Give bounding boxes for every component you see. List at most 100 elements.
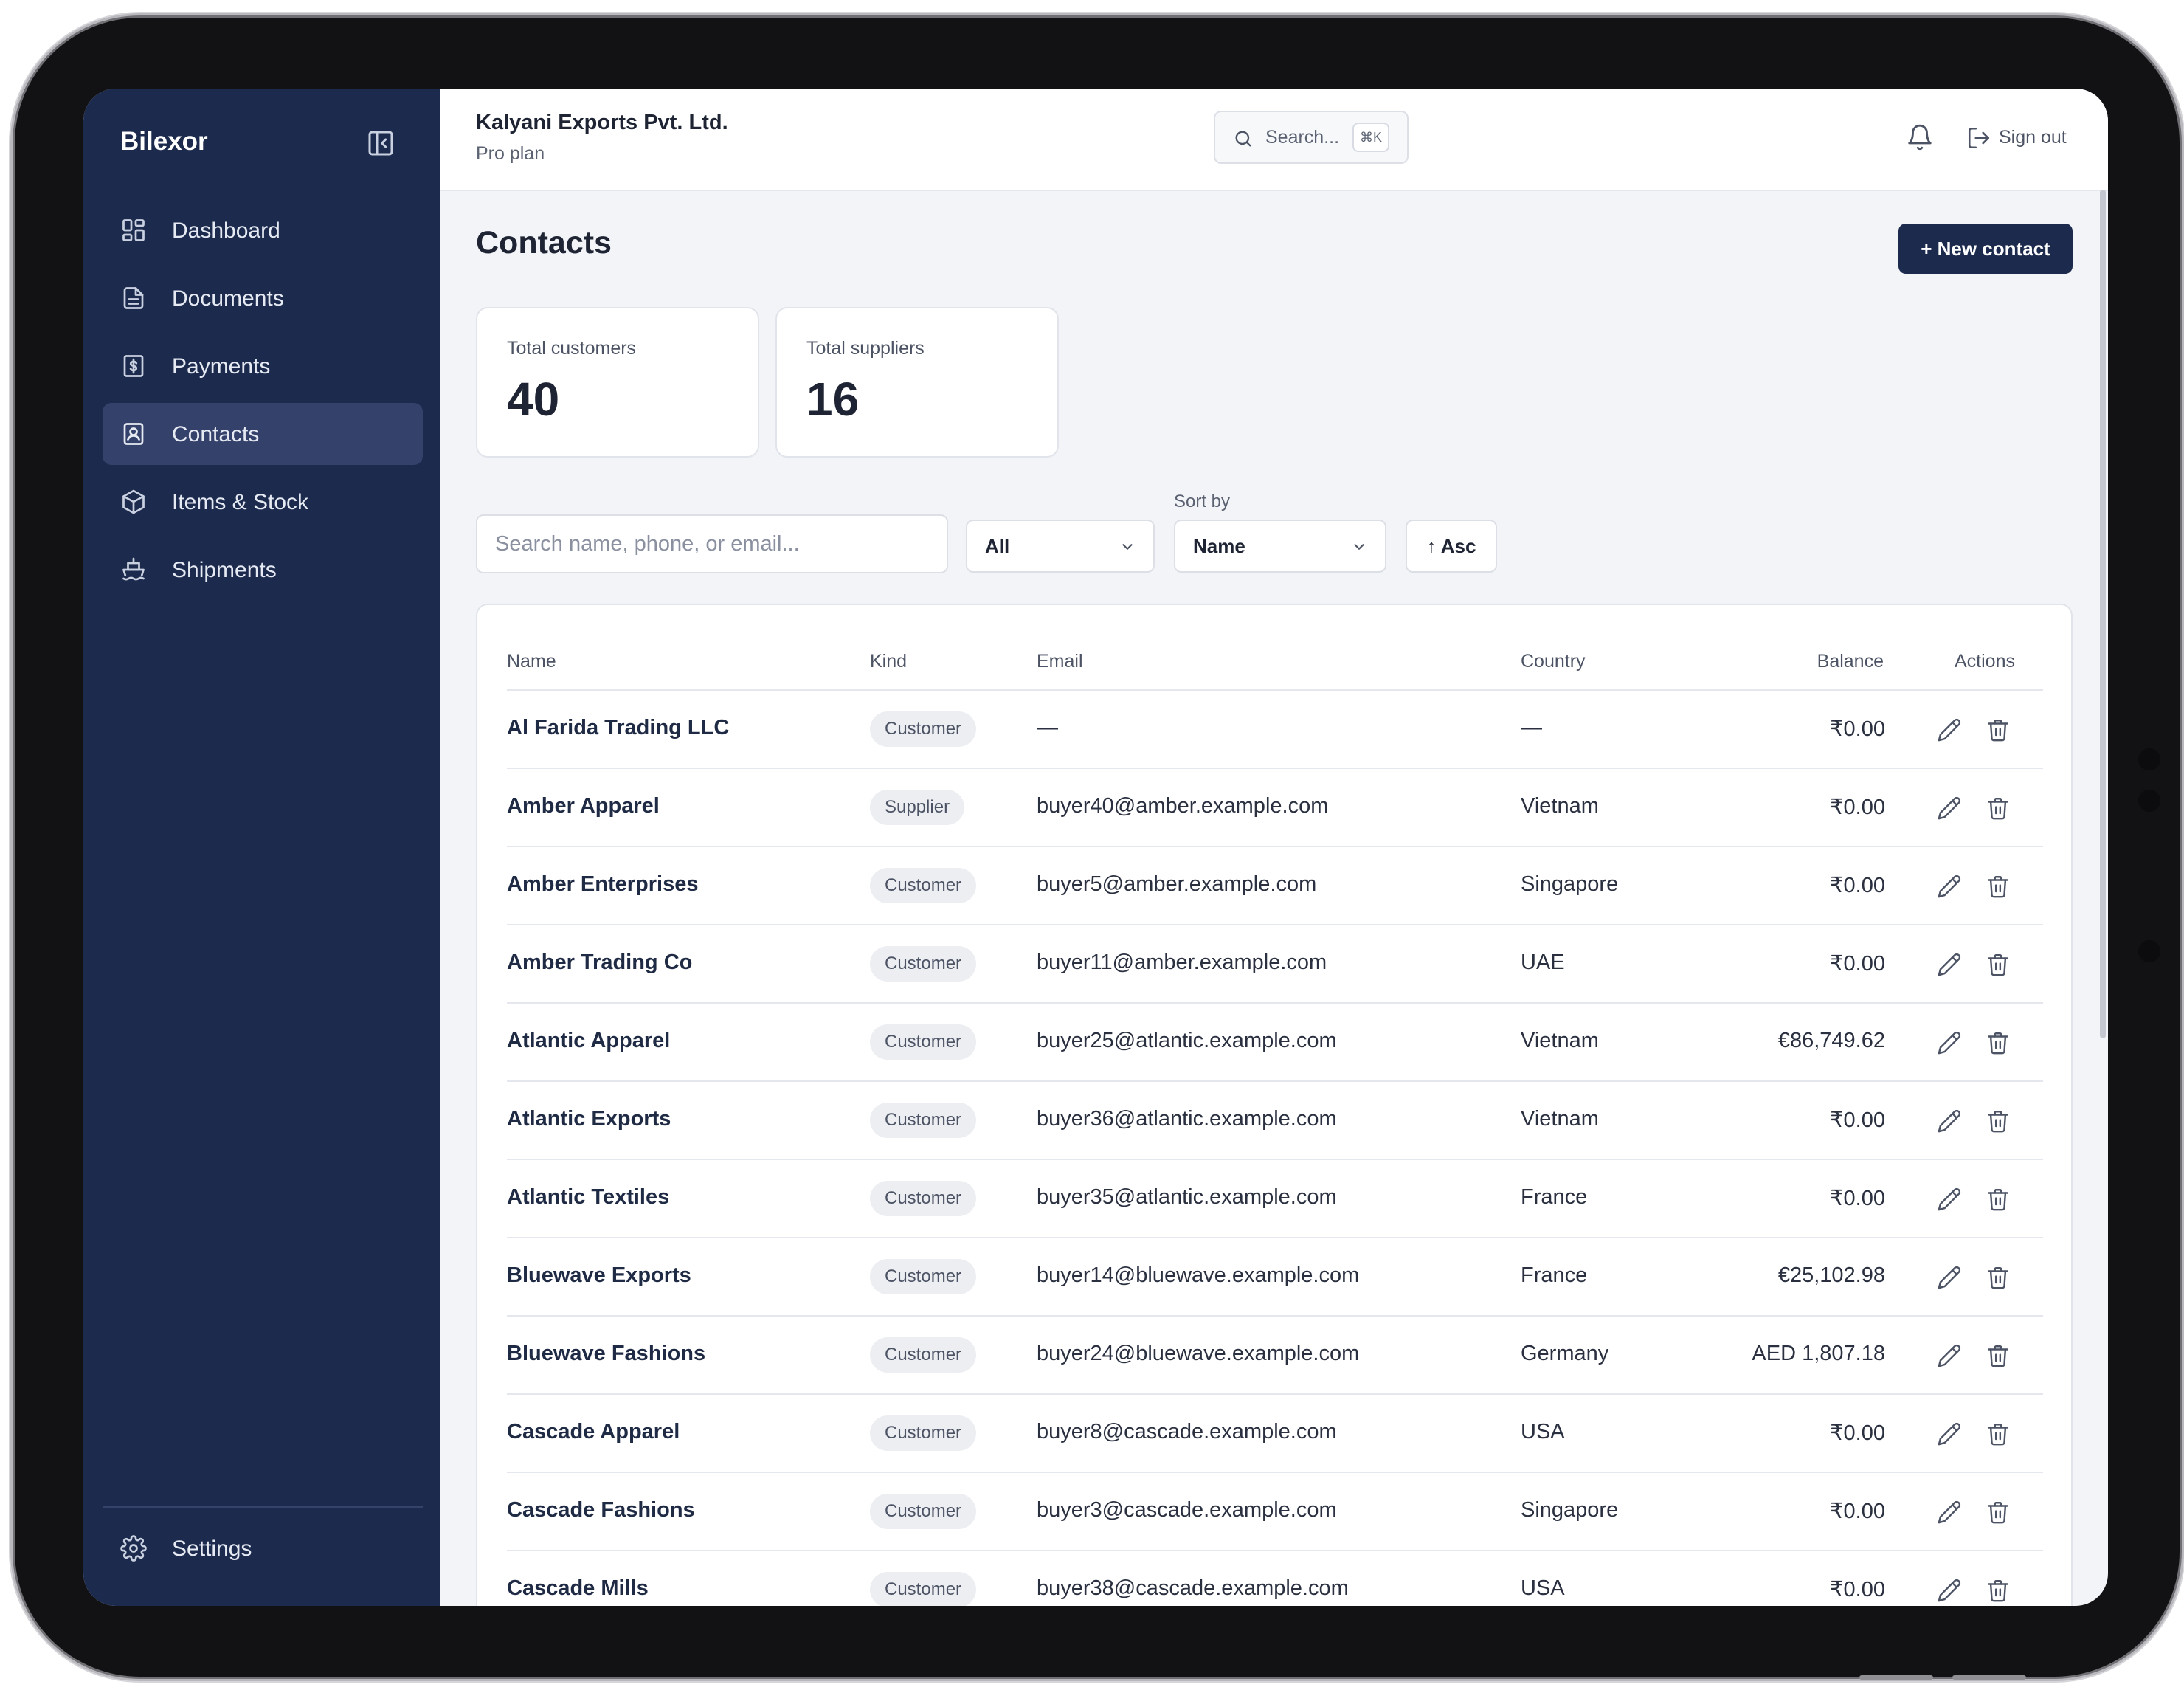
trash-icon[interactable] — [1986, 1108, 2011, 1134]
table-row[interactable]: Cascade Apparel Customer buyer8@cascade.ex… — [507, 1395, 2043, 1473]
kind-badge: Supplier — [870, 790, 965, 825]
contact-name[interactable]: Al Farida Trading LLC — [507, 716, 729, 740]
contact-email: buyer25@atlantic.example.com — [1037, 1029, 1337, 1052]
edit-icon[interactable] — [1937, 1500, 1962, 1525]
edit-icon[interactable] — [1937, 717, 1962, 742]
organization-name: Kalyani Exports Pvt. Ltd. — [476, 111, 728, 134]
edit-icon[interactable] — [1937, 952, 1962, 977]
sidebar-item-documents[interactable]: Documents — [103, 267, 423, 329]
edit-icon[interactable] — [1937, 1187, 1962, 1212]
column-header-country[interactable]: Country — [1521, 651, 1586, 672]
kind-badge: Customer — [870, 1572, 977, 1606]
table-row[interactable]: Amber Trading Co Customer buyer11@amber.ex… — [507, 925, 2043, 1004]
edit-icon[interactable] — [1937, 1578, 1962, 1603]
contact-name[interactable]: Bluewave Fashions — [507, 1342, 705, 1366]
stat-value: 40 — [507, 373, 560, 426]
trash-icon[interactable] — [1986, 874, 2011, 899]
table-row[interactable]: Cascade Mills Customer buyer38@cascade.exa… — [507, 1551, 2043, 1606]
kind-badge: Customer — [870, 946, 977, 982]
sidebar-item-payments[interactable]: Payments — [103, 335, 423, 397]
sidebar-item-label: Contacts — [172, 422, 260, 446]
column-header-email[interactable]: Email — [1037, 651, 1083, 672]
column-header-name[interactable]: Name — [507, 651, 556, 672]
document-icon — [120, 285, 147, 311]
trash-icon[interactable] — [1986, 1265, 2011, 1290]
contact-name[interactable]: Bluewave Exports — [507, 1263, 691, 1288]
contact-name[interactable]: Atlantic Exports — [507, 1107, 671, 1131]
edit-icon[interactable] — [1937, 796, 1962, 821]
contact-email: buyer3@cascade.example.com — [1037, 1498, 1337, 1522]
dashboard-icon — [120, 217, 147, 244]
kind-badge: Customer — [870, 868, 977, 903]
edit-icon[interactable] — [1937, 1108, 1962, 1134]
camera-dot — [2138, 790, 2160, 812]
sidebar-item-contacts[interactable]: Contacts — [103, 403, 423, 465]
table-row[interactable]: Amber Apparel Supplier buyer40@amber.examp… — [507, 769, 2043, 847]
trash-icon[interactable] — [1986, 717, 2011, 742]
table-row[interactable]: Al Farida Trading LLC Customer — — ₹0.00 — [507, 691, 2043, 769]
kind-badge: Customer — [870, 1337, 977, 1373]
trash-icon[interactable] — [1986, 1343, 2011, 1368]
ship-icon — [120, 556, 147, 583]
contact-balance: €25,102.98 — [1777, 1263, 1885, 1287]
vertical-scrollbar[interactable] — [2100, 190, 2106, 1038]
new-contact-button[interactable]: + New contact — [1898, 224, 2073, 274]
bell-icon[interactable] — [1906, 123, 1934, 152]
chevron-down-icon — [1119, 539, 1136, 555]
trash-icon[interactable] — [1986, 1421, 2011, 1446]
contact-balance: ₹0.00 — [1830, 1108, 1885, 1132]
sort-by-select[interactable]: Name — [1174, 520, 1386, 573]
global-search[interactable]: Search... ⌘K — [1214, 111, 1409, 164]
kind-badge: Customer — [870, 1494, 977, 1529]
sort-order-button[interactable]: ↑ Asc — [1406, 520, 1497, 573]
contact-email: buyer36@atlantic.example.com — [1037, 1107, 1337, 1131]
contact-balance: ₹0.00 — [1830, 874, 1885, 897]
trash-icon[interactable] — [1986, 796, 2011, 821]
edit-icon[interactable] — [1937, 1265, 1962, 1290]
camera-dot — [2138, 940, 2160, 962]
edit-icon[interactable] — [1937, 1030, 1962, 1055]
table-row[interactable]: Amber Enterprises Customer buyer5@amber.ex… — [507, 847, 2043, 925]
edit-icon[interactable] — [1937, 1421, 1962, 1446]
sidebar: Bilexor Dashboard Documents Payments Con… — [83, 89, 440, 1606]
contact-name[interactable]: Cascade Mills — [507, 1576, 649, 1601]
trash-icon[interactable] — [1986, 1187, 2011, 1212]
contact-name[interactable]: Cascade Fashions — [507, 1498, 695, 1522]
contact-name[interactable]: Amber Enterprises — [507, 872, 699, 897]
table-row[interactable]: Atlantic Apparel Customer buyer25@atlantic… — [507, 1004, 2043, 1082]
sidebar-item-shipments[interactable]: Shipments — [103, 539, 423, 601]
contact-email: buyer35@atlantic.example.com — [1037, 1185, 1337, 1209]
trash-icon[interactable] — [1986, 1030, 2011, 1055]
trash-icon[interactable] — [1986, 1578, 2011, 1603]
kind-filter-select[interactable]: All — [966, 520, 1155, 573]
sidebar-item-label: Dashboard — [172, 218, 280, 243]
trash-icon[interactable] — [1986, 952, 2011, 977]
contact-balance: ₹0.00 — [1830, 717, 1885, 741]
trash-icon[interactable] — [1986, 1500, 2011, 1525]
sidebar-item-label: Payments — [172, 354, 271, 379]
contact-name[interactable]: Atlantic Apparel — [507, 1029, 670, 1053]
sidebar-item-dashboard[interactable]: Dashboard — [103, 199, 423, 261]
table-row[interactable]: Atlantic Exports Customer buyer36@atlantic… — [507, 1082, 2043, 1160]
contact-name[interactable]: Amber Trading Co — [507, 951, 692, 975]
sidebar-item-settings[interactable]: Settings — [103, 1517, 423, 1579]
column-header-kind[interactable]: Kind — [870, 651, 907, 672]
sign-out-button[interactable]: Sign out — [1966, 123, 2074, 152]
search-placeholder: Search name, phone, or email... — [495, 532, 800, 556]
contact-name[interactable]: Atlantic Textiles — [507, 1185, 669, 1210]
table-row[interactable]: Atlantic Textiles Customer buyer35@atlanti… — [507, 1160, 2043, 1238]
column-header-balance[interactable]: Balance — [1817, 651, 1884, 672]
contacts-icon — [120, 421, 147, 447]
contact-country: USA — [1521, 1576, 1565, 1600]
contact-name[interactable]: Cascade Apparel — [507, 1420, 680, 1444]
contact-name[interactable]: Amber Apparel — [507, 794, 660, 818]
table-row[interactable]: Cascade Fashions Customer buyer3@cascade.e… — [507, 1473, 2043, 1551]
table-row[interactable]: Bluewave Exports Customer buyer14@bluewave… — [507, 1238, 2043, 1317]
collapse-sidebar-icon[interactable] — [366, 128, 395, 158]
kind-filter-value: All — [985, 535, 1010, 557]
sidebar-item-items-stock[interactable]: Items & Stock — [103, 471, 423, 533]
edit-icon[interactable] — [1937, 874, 1962, 899]
contact-search-input[interactable]: Search name, phone, or email... — [476, 514, 948, 573]
table-row[interactable]: Bluewave Fashions Customer buyer24@bluewav… — [507, 1317, 2043, 1395]
edit-icon[interactable] — [1937, 1343, 1962, 1368]
